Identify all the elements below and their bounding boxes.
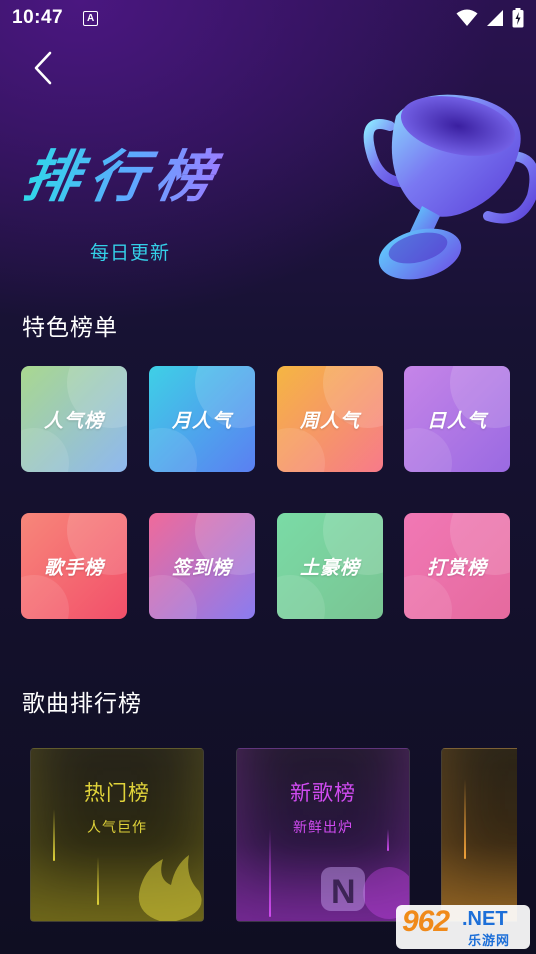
tile-tycoon[interactable]: 土豪榜 (277, 513, 383, 619)
light-streak (387, 829, 389, 851)
songs-section-title: 歌曲排行榜 (22, 691, 142, 717)
tile-label: 月人气 (171, 409, 232, 432)
watermark-number: 962 (402, 905, 450, 938)
song-card-new[interactable]: 新歌榜 新鲜出炉 N (236, 748, 410, 922)
trophy-icon (363, 94, 536, 280)
svg-text:N: N (331, 873, 356, 911)
tile-label: 签到榜 (171, 556, 232, 579)
tile-label: 歌手榜 (43, 556, 104, 579)
flame-icon (138, 855, 202, 921)
status-icons (456, 8, 524, 28)
page-subtitle: 每日更新 (90, 242, 171, 264)
song-card-sub: 人气巨作 (87, 820, 147, 836)
tile-label: 打赏榜 (426, 556, 487, 579)
song-card-sub: 新鲜出炉 (293, 820, 353, 836)
song-card-favorite[interactable]: 收 新 (441, 748, 517, 922)
tile-singer[interactable]: 歌手榜 (21, 513, 127, 619)
tile-monthly[interactable]: 月人气 (149, 366, 255, 472)
site-watermark: 962 .NET 乐游网 (396, 905, 530, 949)
signal-icon (487, 10, 503, 26)
chevron-left-icon (34, 51, 52, 85)
featured-section-title: 特色榜单 (22, 315, 118, 341)
status-bar: 10:47 A (0, 0, 536, 36)
status-time: 10:47 (12, 7, 64, 28)
tile-daily[interactable]: 日人气 (404, 366, 510, 472)
watermark-site-name: 乐游网 (468, 934, 511, 949)
light-streak (53, 809, 55, 861)
song-card-hot[interactable]: 热门榜 人气巨作 (30, 748, 204, 922)
tile-label: 周人气 (299, 409, 360, 432)
tile-tipping[interactable]: 打赏榜 (404, 513, 510, 619)
song-card-name: 新歌榜 (290, 781, 356, 805)
battery-icon (512, 8, 524, 28)
tile-label: 土豪榜 (299, 556, 360, 579)
light-streak (97, 857, 99, 905)
tile-label: 人气榜 (43, 409, 104, 432)
song-card-name: 收 (442, 777, 517, 807)
song-card-name: 热门榜 (84, 781, 150, 805)
tile-weekly[interactable]: 周人气 (277, 366, 383, 472)
page-title: 排行榜 (17, 138, 229, 218)
tile-checkin[interactable]: 签到榜 (149, 513, 255, 619)
watermark-domain: .NET (462, 908, 508, 930)
notification-icon: A (83, 10, 99, 26)
wifi-icon (456, 9, 478, 26)
light-streak (464, 779, 466, 859)
tile-label: 日人气 (426, 409, 487, 432)
tile-popularity[interactable]: 人气榜 (21, 366, 127, 472)
light-streak (269, 829, 271, 917)
song-card-sub: 新 (442, 817, 517, 837)
back-button[interactable] (28, 50, 58, 86)
